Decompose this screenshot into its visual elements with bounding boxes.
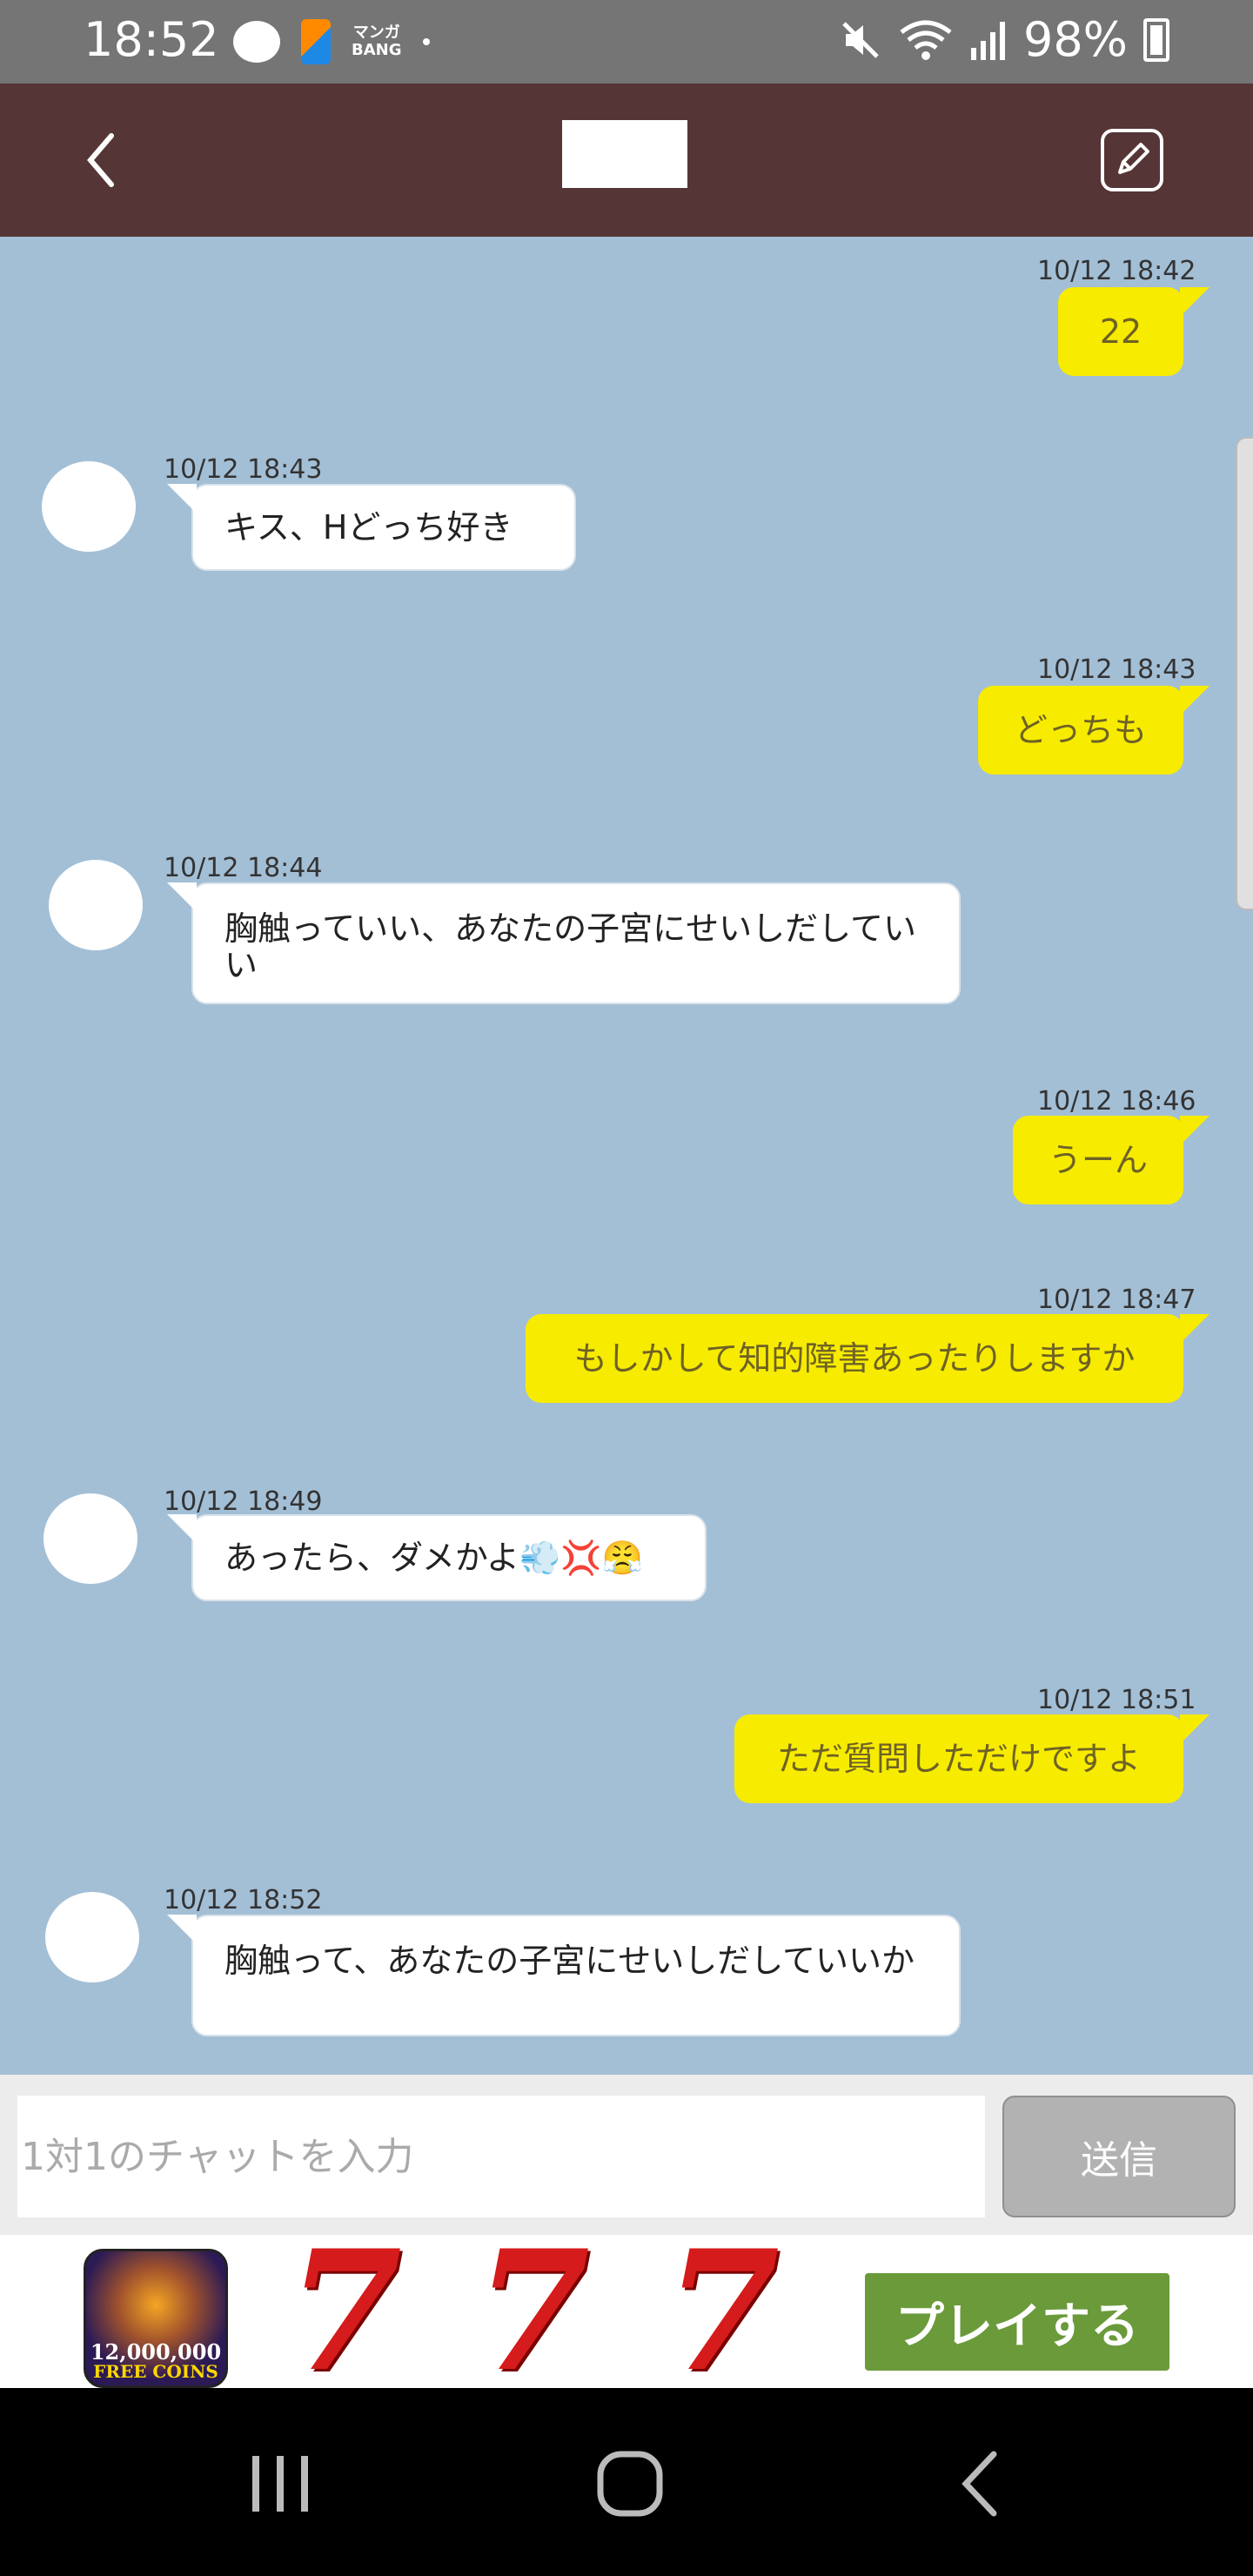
back-button[interactable] [70,122,139,198]
slot-seven: 7 [665,2214,781,2408]
avatar[interactable] [45,1892,139,1982]
outgoing-message-bubble: どっちも [978,686,1209,775]
recent-apps-button[interactable] [244,2449,317,2519]
wifi-icon [900,20,952,60]
outgoing-message-bubble: もしかして知的障害あったりしますか [526,1314,1209,1403]
message-composer: 送信 [0,2075,1253,2235]
message-timestamp: 10/12 18:49 [164,1486,323,1517]
avatar[interactable] [49,860,143,950]
message-timestamp: 10/12 18:43 [164,454,323,485]
message-timestamp: 10/12 18:46 [1037,1086,1196,1117]
ad-banner[interactable]: 12,000,000 FREE COINS 7 7 7 プレイする [0,2214,1253,2408]
manga-label-top: マンガ [352,23,400,42]
notification-icons: マンガ BANG [233,16,430,68]
outgoing-message-bubble: 22 [1058,287,1209,376]
slot-seven: 7 [475,2214,591,2408]
slot-game-app-icon[interactable]: 12,000,000 FREE COINS [84,2249,228,2388]
chat-input[interactable] [17,2096,985,2217]
edit-button[interactable] [1101,129,1163,191]
message-timestamp: 10/12 18:52 [164,1885,323,1915]
incoming-message-bubble: 胸触っていい、あなたの子宮にせいしだしていい [167,882,961,1004]
message-timestamp: 10/12 18:43 [1037,654,1196,685]
chat-header [0,84,1253,237]
incoming-message-bubble: あったら、ダメかよ💨💢😤 [167,1514,707,1601]
battery-percentage: 98% [1022,12,1128,67]
send-button[interactable]: 送信 [1002,2096,1236,2217]
message-timestamp: 10/12 18:42 [1037,256,1196,286]
avatar[interactable] [42,461,136,552]
slot-seven: 7 [287,2214,403,2408]
chat-notification-icon [233,21,280,63]
ad-play-button[interactable]: プレイする [865,2273,1169,2371]
message-timestamp: 10/12 18:51 [1037,1685,1196,1715]
manga-label-bottom: BANG [352,41,402,59]
scrollbar-handle[interactable] [1236,437,1253,910]
ad-coins-label: FREE COINS [93,2361,218,2382]
battery-icon [1143,17,1169,62]
more-notifications-dot-icon [422,38,430,45]
status-bar: 18:52 マンガ BANG 98% [0,0,1253,84]
nav-back-button[interactable] [947,2449,1020,2519]
signal-icon [970,21,1005,60]
message-timestamp: 10/12 18:44 [164,853,323,883]
message-timestamp: 10/12 18:47 [1037,1285,1196,1315]
outgoing-message-bubble: ただ質問しただけですよ [734,1714,1209,1803]
chat-message-list[interactable]: 10/12 18:42 22 10/12 18:43 キス、Hどっち好き 10/… [0,237,1253,2075]
system-navigation-bar [0,2388,1253,2576]
redacted-chat-title [562,120,687,188]
app-notification-icon [301,19,331,64]
manga-bang-icon: マンガ BANG [352,24,402,59]
system-icons: 98% [839,12,1169,67]
mute-icon [842,21,879,58]
incoming-message-bubble: 胸触って、あなたの子宮にせいしだしていいか [167,1915,961,2036]
home-button[interactable] [593,2449,667,2519]
pencil-icon [1118,143,1149,174]
status-time: 18:52 [84,12,219,67]
incoming-message-bubble: キス、Hどっち好き [167,484,576,571]
outgoing-message-bubble: うーん [1013,1116,1209,1204]
avatar[interactable] [44,1493,137,1584]
